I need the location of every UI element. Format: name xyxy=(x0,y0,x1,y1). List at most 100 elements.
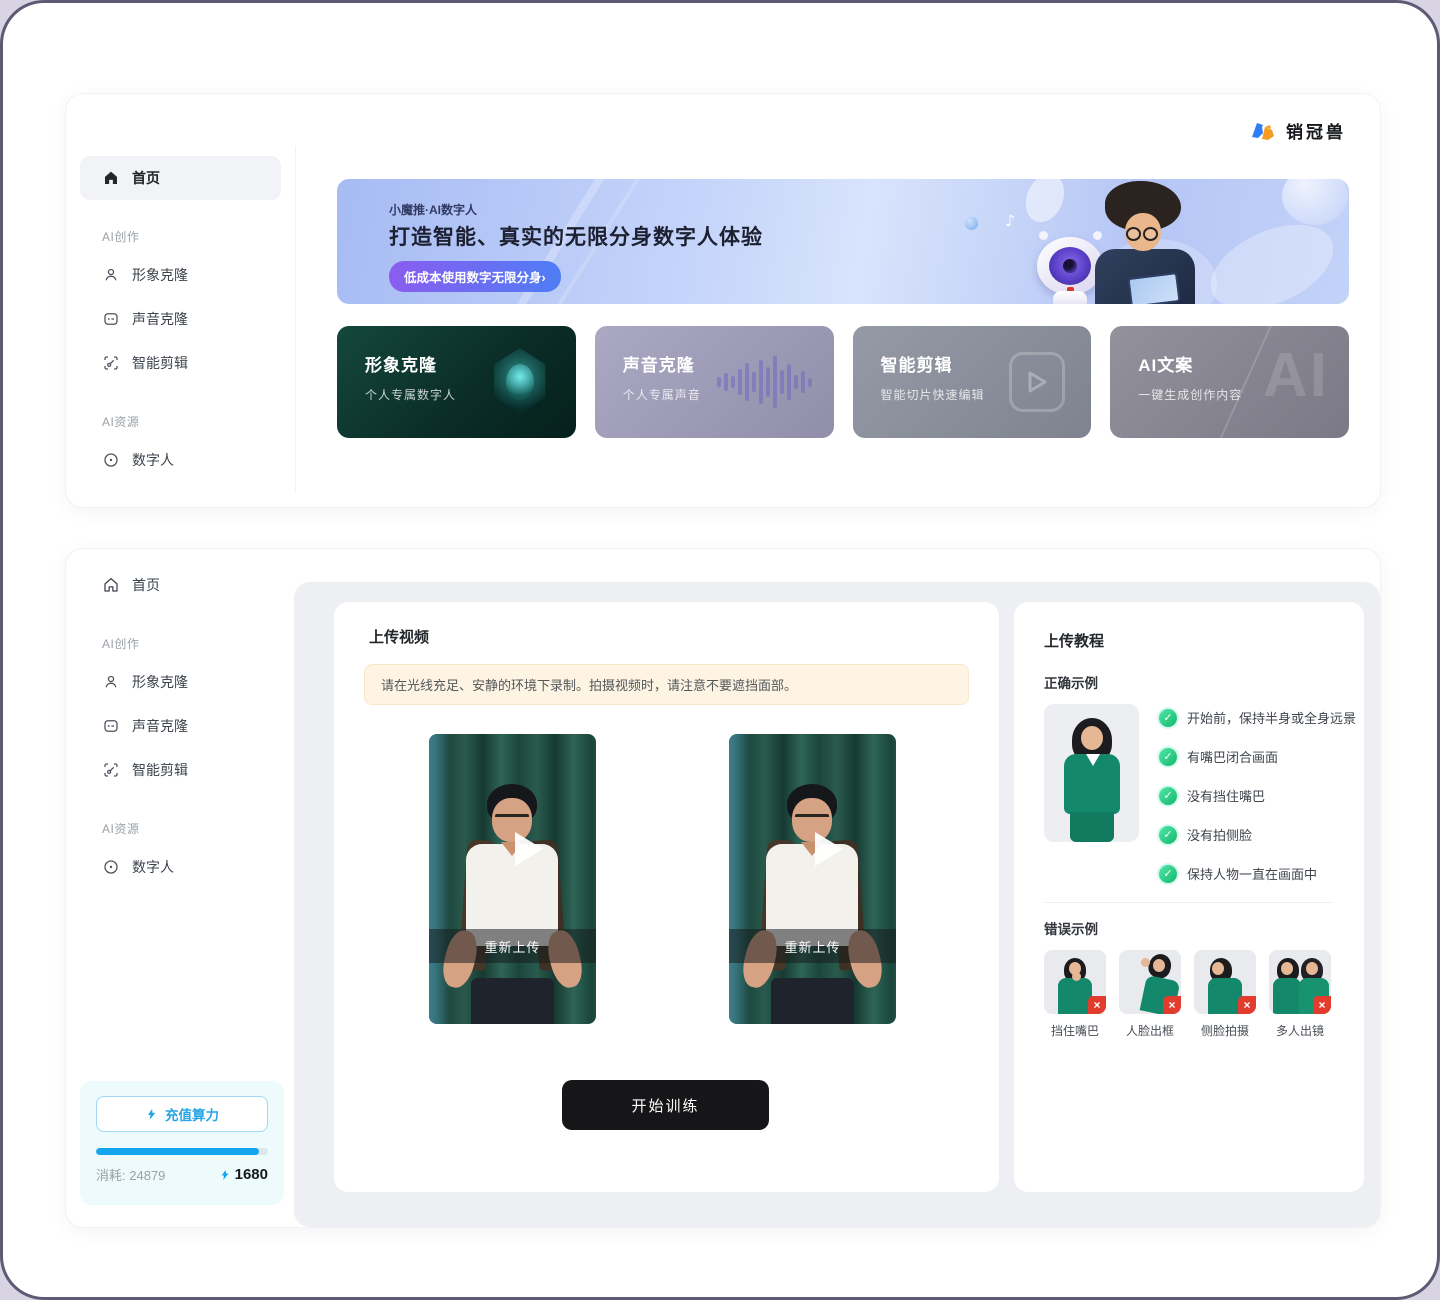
reupload-overlay-button[interactable]: 重新上传 xyxy=(429,929,596,963)
credits-progress-fill xyxy=(96,1148,259,1155)
reupload-overlay-button[interactable]: 重新上传 xyxy=(729,929,896,963)
checklist-item: ✓ 开始前，保持半身或全身远景 xyxy=(1159,708,1356,727)
sidebar-item-digital-human[interactable]: 数字人 xyxy=(80,438,281,482)
error-x-icon: × xyxy=(1163,996,1181,1014)
check-icon: ✓ xyxy=(1159,709,1177,727)
crop-edit-icon xyxy=(102,761,120,779)
credits-widget: 充值算力 消耗: 24879 1680 xyxy=(80,1081,284,1205)
app-window: 销冠兽 首页 AI创作 形象克隆 声音克隆 xyxy=(0,0,1440,1300)
sidebar-item-image-clone[interactable]: 形象克隆 xyxy=(80,253,281,297)
feature-card-smart-edit[interactable]: 智能剪辑 智能切片快速编辑 xyxy=(853,326,1092,438)
upload-video-card: 上传视频 请在光线充足、安静的环境下录制。拍摄视频时，请注意不要遮挡面部。 重新… xyxy=(334,602,999,1192)
sidebar-item-home[interactable]: 首页 xyxy=(80,156,281,200)
sidebar-item-label: 首页 xyxy=(132,168,160,188)
brand-logo: 销冠兽 xyxy=(1250,118,1346,143)
promo-banner: ♪ 小魔推·AI数字人 打造智能、真实的无限分身数字人体验 低成本使用数字无限分… xyxy=(337,179,1349,304)
crop-edit-icon xyxy=(102,354,120,372)
sidebar-item-voice-clone[interactable]: 声音克隆 xyxy=(80,704,282,748)
sidebar-item-image-clone[interactable]: 形象克隆 xyxy=(80,660,282,704)
wrong-example: × 侧脸拍摄 xyxy=(1194,950,1256,1039)
face-glow-icon xyxy=(506,364,534,400)
checklist-item: ✓ 没有挡住嘴巴 xyxy=(1159,786,1265,805)
bolt-icon xyxy=(145,1107,158,1122)
wrong-example-image: × xyxy=(1194,950,1256,1014)
sidebar-item-voice-clone[interactable]: 声音克隆 xyxy=(80,297,281,341)
woman-figure xyxy=(1086,754,1100,766)
recording-notice: 请在光线充足、安静的环境下录制。拍摄视频时，请注意不要遮挡面部。 xyxy=(364,664,969,705)
banner-bubble xyxy=(1282,179,1348,225)
check-icon: ✓ xyxy=(1159,748,1177,766)
play-icon xyxy=(515,832,543,866)
woman-figure xyxy=(1081,726,1103,750)
person-icon xyxy=(102,266,120,284)
banner-title: 打造智能、真实的无限分身数字人体验 xyxy=(389,221,763,251)
digital-human-icon xyxy=(102,858,120,876)
person-figure xyxy=(495,814,529,823)
sidebar-item-label: 形象克隆 xyxy=(132,265,188,285)
sidebar-item-label: 声音克隆 xyxy=(132,309,188,329)
sidebar-bottom: 首页 AI创作 形象克隆 声音克隆 智能剪辑 xyxy=(66,563,296,1067)
consumed-stat: 消耗: 24879 xyxy=(96,1165,165,1184)
person-figure xyxy=(471,978,554,1024)
banner-cta-button[interactable]: 低成本使用数字无限分身› xyxy=(389,261,561,292)
banner-eyebrow: 小魔推·AI数字人 xyxy=(389,201,477,218)
wrong-example-image: × xyxy=(1269,950,1331,1014)
feature-card-voice-clone[interactable]: 声音克隆 个人专属声音 xyxy=(595,326,834,438)
brand-name: 销冠兽 xyxy=(1286,118,1346,143)
wrong-example: × 挡住嘴巴 xyxy=(1044,950,1106,1039)
sidebar-section-ai-create: AI创作 xyxy=(102,635,296,652)
feature-card-image-clone[interactable]: 形象克隆 个人专属数字人 xyxy=(337,326,576,438)
sidebar-item-label: 声音克隆 xyxy=(132,716,188,736)
boy-tablet xyxy=(1127,272,1180,304)
start-training-button[interactable]: 开始训练 xyxy=(562,1080,769,1130)
sidebar-item-label: 形象克隆 xyxy=(132,672,188,692)
sidebar-item-home[interactable]: 首页 xyxy=(80,563,282,607)
recharge-button-label: 充值算力 xyxy=(165,1104,219,1124)
sidebar-item-digital-human[interactable]: 数字人 xyxy=(80,845,282,889)
waveform-icon xyxy=(717,326,812,438)
credits-progress-bar xyxy=(96,1148,268,1155)
sidebar-item-label: 首页 xyxy=(132,575,160,595)
robot-eye xyxy=(1063,259,1077,273)
checklist-item: ✓ 没有拍侧脸 xyxy=(1159,825,1252,844)
divider xyxy=(1044,902,1334,903)
banner-disc xyxy=(1019,179,1071,228)
tutorial-title: 上传教程 xyxy=(1044,630,1104,651)
check-icon: ✓ xyxy=(1159,865,1177,883)
video-thumbnail-2[interactable]: 重新上传 xyxy=(729,734,896,1024)
person-figure xyxy=(771,978,854,1024)
sidebar-item-label: 数字人 xyxy=(132,857,174,877)
sidebar-item-smart-edit[interactable]: 智能剪辑 xyxy=(80,748,282,792)
boy-glasses xyxy=(1143,227,1158,241)
robot-ear xyxy=(1093,231,1102,240)
wrong-example: × 人脸出框 xyxy=(1119,950,1181,1039)
balance-stat: 1680 xyxy=(219,1166,268,1183)
correct-example-image xyxy=(1044,704,1139,842)
music-note-icon: ♪ xyxy=(1005,211,1015,230)
digital-human-icon xyxy=(102,451,120,469)
sidebar-item-smart-edit[interactable]: 智能剪辑 xyxy=(80,341,281,385)
feature-cards-row: 形象克隆 个人专属数字人 声音克隆 个人专属声音 xyxy=(337,326,1349,438)
play-square-icon xyxy=(1009,352,1065,412)
dashboard-panel: 销冠兽 首页 AI创作 形象克隆 声音克隆 xyxy=(65,93,1381,508)
home-icon xyxy=(102,169,120,187)
wrong-example-image: × xyxy=(1044,950,1106,1014)
bolt-icon xyxy=(219,1168,231,1182)
error-x-icon: × xyxy=(1313,996,1331,1014)
feature-card-ai-copywriting[interactable]: AI AI文案 一键生成创作内容 xyxy=(1110,326,1349,438)
sidebar-section-ai-create: AI创作 xyxy=(102,228,295,245)
wrong-example-image: × xyxy=(1119,950,1181,1014)
sidebar-item-label: 数字人 xyxy=(132,450,174,470)
correct-example-title: 正确示例 xyxy=(1044,672,1098,692)
error-x-icon: × xyxy=(1238,996,1256,1014)
recharge-button[interactable]: 充值算力 xyxy=(96,1096,268,1132)
person-icon xyxy=(102,673,120,691)
content-area: 上传视频 请在光线充足、安静的环境下录制。拍摄视频时，请注意不要遮挡面部。 重新… xyxy=(294,582,1380,1227)
sidebar-section-ai-resource: AI资源 xyxy=(102,413,295,430)
sidebar-item-label: 智能剪辑 xyxy=(132,353,188,373)
robot-body xyxy=(1053,291,1087,304)
check-icon: ✓ xyxy=(1159,787,1177,805)
video-thumbnail-1[interactable]: 重新上传 xyxy=(429,734,596,1024)
play-icon xyxy=(815,832,843,866)
credits-stats: 消耗: 24879 1680 xyxy=(96,1165,268,1184)
